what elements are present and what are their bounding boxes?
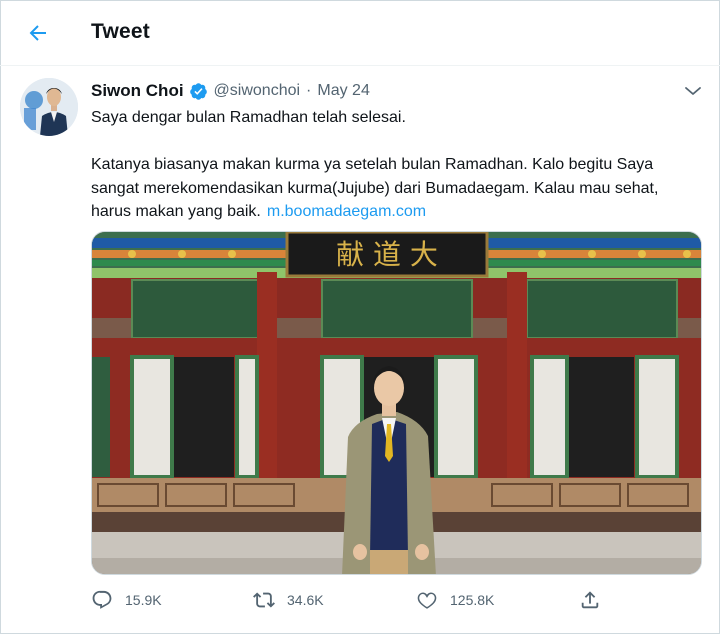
heart-icon — [417, 592, 437, 609]
svg-text:献 道 大: 献 道 大 — [336, 238, 438, 271]
reply-button[interactable]: 15.9K — [91, 587, 162, 613]
retweet-icon — [253, 592, 275, 608]
retweet-count: 34.6K — [287, 592, 324, 608]
author-handle[interactable]: @siwonchoi — [214, 82, 301, 100]
back-button[interactable] — [22, 17, 54, 49]
chevron-down-icon — [685, 87, 701, 95]
tweet-author-row: Siwon Choi @siwonchoi · May 24 — [91, 80, 370, 102]
page-title: Tweet — [91, 20, 150, 43]
separator-dot: · — [306, 82, 312, 99]
share-button[interactable] — [579, 587, 601, 613]
retweet-button[interactable]: 34.6K — [253, 587, 324, 613]
reply-icon — [92, 590, 112, 609]
author-name[interactable]: Siwon Choi — [91, 81, 184, 101]
more-options-button[interactable] — [682, 82, 704, 100]
arrow-left-icon — [29, 25, 46, 41]
tweet-text-paragraph: Saya dengar bulan Ramadhan telah selesai… — [91, 109, 406, 126]
share-icon — [581, 591, 599, 609]
tweet-link[interactable]: m.boomadaegam.com — [267, 203, 426, 220]
like-button[interactable]: 125.8K — [416, 587, 494, 613]
verified-badge-icon — [189, 82, 207, 100]
tweet-text: Saya dengar bulan Ramadhan telah selesai… — [91, 106, 691, 224]
avatar[interactable] — [20, 78, 78, 136]
tweet-text-paragraph: Katanya biasanya makan kurma ya setelah … — [91, 153, 691, 224]
tweet-photo[interactable]: 献 道 大 — [91, 231, 702, 575]
tweet-date[interactable]: May 24 — [317, 82, 369, 100]
reply-count: 15.9K — [125, 592, 162, 608]
tweet-actions: 15.9K 34.6K 125.8K — [91, 587, 611, 613]
like-count: 125.8K — [450, 592, 495, 608]
header: Tweet — [0, 0, 720, 66]
